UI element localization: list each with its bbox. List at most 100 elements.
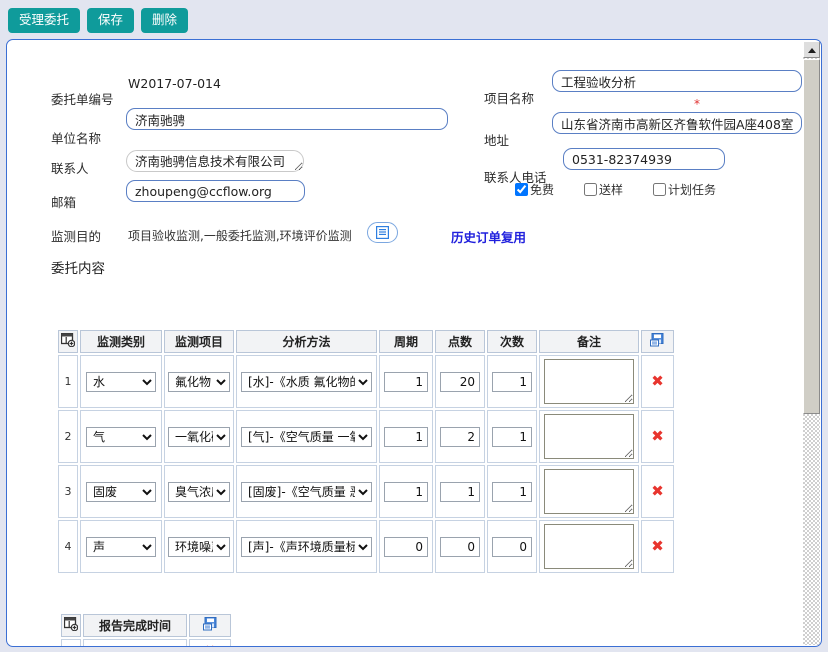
cycle-input[interactable] <box>384 371 428 392</box>
add-row-icon[interactable] <box>58 330 78 353</box>
times-input[interactable] <box>492 536 532 557</box>
scrollbar-thumb[interactable] <box>803 59 820 414</box>
checkbox-free-label: 免费 <box>530 183 555 197</box>
delete-row-icon[interactable]: ✖ <box>651 372 664 390</box>
cycle-input[interactable] <box>384 481 428 502</box>
table-row: 1 水 氟化物 [水]-《水质 氟化物的 1 20 1 ✖ <box>58 355 674 408</box>
item-select[interactable]: 一氧化碳 <box>168 426 230 447</box>
purpose-value: 项目验收监测,一般委托监测,环境评价监测 <box>128 229 352 243</box>
delete-row-icon[interactable]: ✖ <box>204 642 217 646</box>
order-header-form: 委托单编号 W2017-07-014 单位名称 联系人 济南驰骋信息技术有限公司… <box>7 40 802 277</box>
contact-input[interactable]: 济南驰骋信息技术有限公司 <box>126 150 304 172</box>
cell-item: 环境噪声 <box>164 520 234 573</box>
contact-label: 联系人 <box>51 161 89 176</box>
times-input[interactable] <box>492 371 532 392</box>
cell-category: 气 <box>80 410 162 463</box>
row-index: 2 <box>58 410 78 463</box>
phone-input[interactable] <box>563 148 725 170</box>
delete-row-icon[interactable]: ✖ <box>651 537 664 555</box>
table-row: 3 固废 臭气浓度 [固废]-《空气质量 恶 1 1 1 ✖ <box>58 465 674 518</box>
category-select[interactable]: 固废 <box>86 481 156 502</box>
column-header-times: 次数 <box>487 330 537 353</box>
note-input[interactable] <box>544 359 634 404</box>
cell-points <box>435 355 485 408</box>
save-button[interactable]: 保存 <box>87 7 135 34</box>
points-input[interactable] <box>440 371 480 392</box>
item-select[interactable]: 臭气浓度 <box>168 481 230 502</box>
save-grid-icon[interactable] <box>641 330 674 353</box>
save-grid-icon-glyph <box>202 617 218 631</box>
save-grid-icon[interactable] <box>189 614 231 637</box>
cell-method: [水]-《水质 氟化物的 <box>236 355 377 408</box>
checkbox-sample-label: 送样 <box>599 183 624 197</box>
method-select[interactable]: [固废]-《空气质量 恶 <box>241 481 372 502</box>
add-row-icon-glyph <box>64 617 78 631</box>
company-label: 单位名称 <box>51 131 102 146</box>
row-index: 1 <box>58 355 78 408</box>
column-header-item: 监测项目 <box>164 330 234 353</box>
delete-row-icon[interactable]: ✖ <box>651 427 664 445</box>
category-select[interactable]: 声 <box>86 536 156 557</box>
history-order-reuse-link[interactable]: 历史订单复用 <box>451 227 526 246</box>
vertical-scrollbar[interactable] <box>803 41 820 645</box>
points-input[interactable] <box>440 481 480 502</box>
row-index: 3 <box>58 465 78 518</box>
method-select[interactable]: [声]-《声环境质量标 <box>241 536 372 557</box>
checkbox-plan-task[interactable]: 计划任务 <box>653 181 716 198</box>
cell-item: 臭气浓度 <box>164 465 234 518</box>
cycle-input[interactable] <box>384 426 428 447</box>
checkbox-sample[interactable]: 送样 <box>584 181 623 198</box>
method-select[interactable]: [气]-《空气质量 一氧 <box>241 426 372 447</box>
checkbox-sample-input[interactable] <box>584 183 598 196</box>
item-select[interactable]: 氟化物 <box>168 371 230 392</box>
times-input[interactable] <box>492 481 532 502</box>
row-index: 4 <box>58 520 78 573</box>
note-input[interactable] <box>544 414 634 459</box>
order-form-panel: 委托单编号 W2017-07-014 单位名称 联系人 济南驰骋信息技术有限公司… <box>6 39 822 647</box>
points-input[interactable] <box>440 426 480 447</box>
company-input[interactable] <box>126 108 448 130</box>
project-input[interactable] <box>552 70 802 92</box>
checkbox-free[interactable]: 免费 <box>515 181 554 198</box>
method-select[interactable]: [水]-《水质 氟化物的 <box>241 371 372 392</box>
cell-delete: ✖ <box>641 355 674 408</box>
item-select[interactable]: 环境噪声 <box>168 536 230 557</box>
points-input[interactable] <box>440 536 480 557</box>
cell-times <box>487 465 537 518</box>
note-input[interactable] <box>544 469 634 514</box>
category-select[interactable]: 气 <box>86 426 156 447</box>
delete-row-icon[interactable]: ✖ <box>651 482 664 500</box>
cell-times <box>487 410 537 463</box>
list-document-icon[interactable] <box>367 222 398 243</box>
checkbox-free-input[interactable] <box>515 183 528 196</box>
report-table-body: 1 2017-06-27 ✖ <box>61 639 231 646</box>
times-input[interactable] <box>492 426 532 447</box>
report-date-cell[interactable]: 2017-06-27 <box>83 639 187 646</box>
content-section-title: 委托内容 <box>51 261 105 277</box>
cell-note <box>539 465 639 518</box>
checkbox-plan-task-input[interactable] <box>653 183 667 196</box>
cell-delete: ✖ <box>641 465 674 518</box>
purpose-label: 监测目的 <box>51 229 102 244</box>
address-input[interactable] <box>552 112 802 134</box>
cell-delete: ✖ <box>189 639 231 646</box>
column-header-points: 点数 <box>435 330 485 353</box>
accept-order-button[interactable]: 受理委托 <box>8 7 81 34</box>
save-grid-icon-glyph <box>650 333 665 347</box>
note-input[interactable] <box>544 524 634 569</box>
add-row-icon[interactable] <box>61 614 81 637</box>
email-input[interactable] <box>126 180 305 202</box>
cell-method: [声]-《声环境质量标 <box>236 520 377 573</box>
list-document-icon-glyph <box>376 226 389 239</box>
column-header-note: 备注 <box>539 330 639 353</box>
column-header-method: 分析方法 <box>236 330 377 353</box>
row-index: 1 <box>61 639 81 646</box>
table-row: 1 2017-06-27 ✖ <box>61 639 231 646</box>
content-table-header-row: 监测类别 监测项目 分析方法 周期 点数 次数 备注 <box>58 330 674 353</box>
content-table-body: 1 水 氟化物 [水]-《水质 氟化物的 1 20 1 ✖ 2 气 一氧化碳 [… <box>58 355 674 573</box>
delete-button[interactable]: 删除 <box>141 7 189 34</box>
cell-times <box>487 355 537 408</box>
cycle-input[interactable] <box>384 536 428 557</box>
category-select[interactable]: 水 <box>86 371 156 392</box>
scroll-up-arrow-icon[interactable] <box>803 41 820 58</box>
